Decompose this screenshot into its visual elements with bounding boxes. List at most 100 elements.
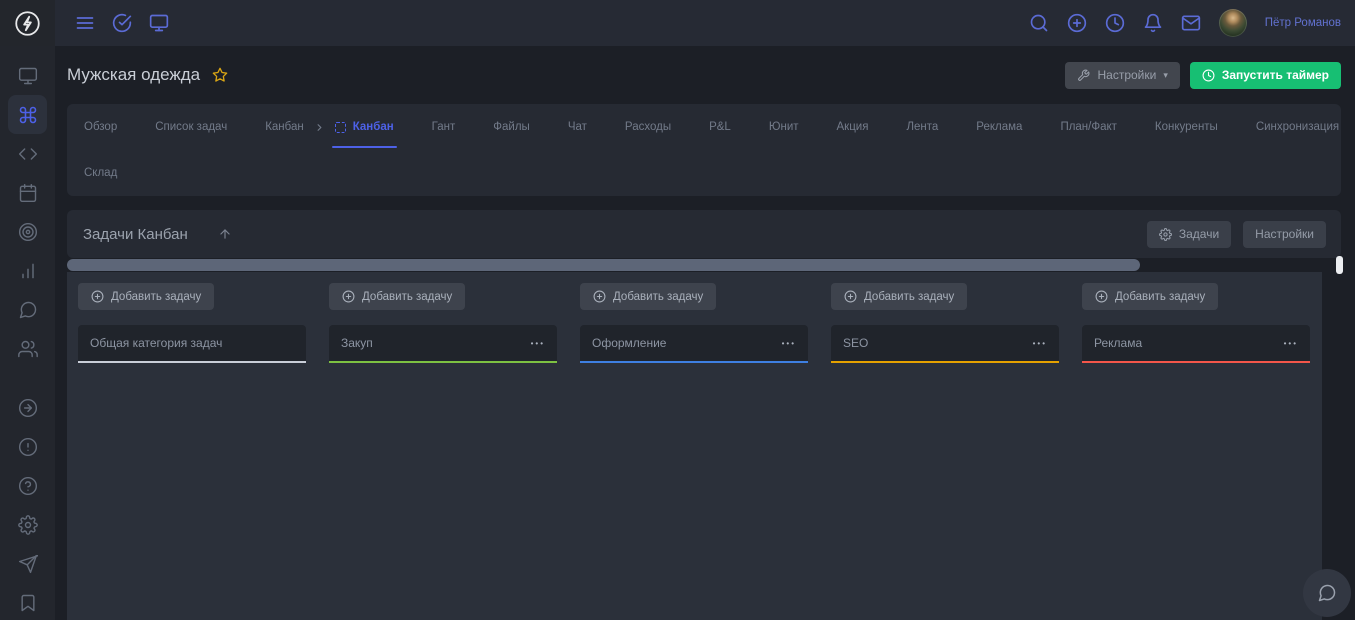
plus-circle-icon — [1095, 290, 1108, 303]
plus-circle-icon — [342, 290, 355, 303]
dashed-square-icon — [335, 122, 346, 133]
sidebar-item-users[interactable] — [8, 329, 47, 368]
page-title: Мужская одежда — [67, 65, 200, 85]
favorite-star-icon[interactable] — [212, 67, 228, 83]
tab-overview[interactable]: Обзор — [84, 121, 117, 133]
tab-chat[interactable]: Чат — [568, 121, 587, 133]
tab-plan-fact[interactable]: План/Факт — [1060, 121, 1116, 133]
navbar-right-icons: Пётр Романов — [1029, 9, 1355, 37]
tab-promo[interactable]: Акция — [837, 121, 869, 133]
lightning-circle-icon — [14, 10, 41, 37]
search-icon[interactable] — [1029, 13, 1049, 33]
command-icon — [18, 105, 38, 125]
column-header[interactable]: SEO ••• — [831, 325, 1059, 363]
tab-task-list[interactable]: Список задач — [155, 121, 227, 133]
tab-kanban-active[interactable]: Канбан — [335, 121, 394, 133]
sidebar-item-settings[interactable] — [8, 505, 47, 544]
arrow-right-circle-icon — [18, 398, 38, 418]
tasks-button-label: Задачи — [1179, 227, 1219, 241]
code-icon — [18, 144, 38, 164]
sidebar-item-code[interactable] — [8, 134, 47, 173]
column-title: Закуп — [341, 336, 373, 350]
menu-icon[interactable] — [75, 13, 95, 33]
sidebar-item-calendar[interactable] — [8, 173, 47, 212]
bookmark-icon — [18, 593, 38, 613]
chevron-right-icon — [314, 122, 325, 133]
mail-icon[interactable] — [1181, 13, 1201, 33]
add-task-button[interactable]: Добавить задачу — [78, 283, 214, 310]
horizontal-scrollbar — [67, 258, 1322, 272]
sidebar-item-chat[interactable] — [8, 290, 47, 329]
tab-competitors[interactable]: Конкуренты — [1155, 121, 1218, 133]
support-chat-button[interactable] — [1303, 569, 1351, 617]
add-task-button[interactable]: Добавить задачу — [580, 283, 716, 310]
tab-warehouse[interactable]: Склад — [84, 167, 117, 179]
plus-circle-icon — [91, 290, 104, 303]
project-settings-button[interactable]: Настройки ▾ — [1065, 62, 1179, 89]
monitor-icon[interactable] — [149, 13, 169, 33]
monitor-icon — [18, 66, 38, 86]
clock-icon — [1202, 69, 1215, 82]
plus-circle-icon[interactable] — [1067, 13, 1087, 33]
bell-icon[interactable] — [1143, 13, 1163, 33]
section-title: Задачи Канбан — [83, 226, 188, 243]
user-avatar[interactable] — [1219, 9, 1247, 37]
tab-feed[interactable]: Лента — [906, 121, 938, 133]
column-header[interactable]: Общая категория задач — [78, 325, 306, 363]
sidebar-item-arrow-right[interactable] — [8, 388, 47, 427]
chat-bubble-icon — [18, 300, 38, 320]
tab-expenses[interactable]: Расходы — [625, 121, 671, 133]
column-title: Оформление — [592, 336, 666, 350]
column-menu-ellipsis-icon[interactable]: ••• — [1033, 339, 1047, 348]
calendar-icon — [18, 183, 38, 203]
add-task-button[interactable]: Добавить задачу — [1082, 283, 1218, 310]
user-name[interactable]: Пётр Романов — [1265, 17, 1341, 29]
column-header[interactable]: Реклама ••• — [1082, 325, 1310, 363]
kanban-column-zakup: Добавить задачу Закуп ••• — [329, 283, 557, 620]
main-content: Мужская одежда Настройки ▾ Запустить тай… — [55, 46, 1355, 620]
tasks-button[interactable]: Задачи — [1147, 221, 1231, 248]
tab-kanban-label: Канбан — [353, 121, 394, 133]
chevron-down-icon: ▾ — [1163, 70, 1168, 81]
header-actions: Настройки ▾ Запустить таймер — [1065, 62, 1341, 89]
start-timer-button[interactable]: Запустить таймер — [1190, 62, 1341, 89]
tab-sync[interactable]: Синхронизация — [1256, 121, 1339, 133]
clock-icon[interactable] — [1105, 13, 1125, 33]
column-header[interactable]: Закуп ••• — [329, 325, 557, 363]
sidebar-item-send[interactable] — [8, 544, 47, 583]
vertical-scrollbar-thumb[interactable] — [1336, 256, 1343, 274]
check-circle-icon[interactable] — [112, 13, 132, 33]
add-task-button[interactable]: Добавить задачу — [831, 283, 967, 310]
sidebar-item-help[interactable] — [8, 466, 47, 505]
tabs-row-1: Обзор Список задач Канбан Канбан Гант Фа… — [84, 104, 1324, 150]
tab-ads[interactable]: Реклама — [976, 121, 1022, 133]
top-navbar: Пётр Романов — [0, 0, 1355, 46]
sidebar-item-bar-chart[interactable] — [8, 251, 47, 290]
plus-circle-icon — [844, 290, 857, 303]
sidebar-item-monitor[interactable] — [8, 56, 47, 95]
tabs-panel: Обзор Список задач Канбан Канбан Гант Фа… — [67, 104, 1341, 196]
arrow-up-icon[interactable] — [218, 227, 232, 241]
sidebar-item-command[interactable] — [8, 95, 47, 134]
breadcrumb-parent-kanban[interactable]: Канбан — [265, 121, 304, 133]
sidebar-item-alerts[interactable] — [8, 427, 47, 466]
target-icon — [18, 222, 38, 242]
kanban-board: Добавить задачу Общая категория задач До… — [67, 272, 1322, 620]
add-task-label: Добавить задачу — [613, 291, 703, 303]
help-circle-icon — [18, 476, 38, 496]
sidebar-item-bookmark[interactable] — [8, 583, 47, 620]
kanban-settings-button[interactable]: Настройки — [1243, 221, 1326, 248]
add-task-label: Добавить задачу — [111, 291, 201, 303]
column-menu-ellipsis-icon[interactable]: ••• — [1284, 339, 1298, 348]
column-menu-ellipsis-icon[interactable]: ••• — [531, 339, 545, 348]
sidebar-item-target[interactable] — [8, 212, 47, 251]
app-logo[interactable] — [0, 0, 55, 46]
tab-gantt[interactable]: Гант — [432, 121, 456, 133]
tab-files[interactable]: Файлы — [493, 121, 530, 133]
column-menu-ellipsis-icon[interactable]: ••• — [782, 339, 796, 348]
add-task-button[interactable]: Добавить задачу — [329, 283, 465, 310]
horizontal-scrollbar-thumb[interactable] — [67, 259, 1140, 271]
tab-unit[interactable]: Юнит — [769, 121, 799, 133]
tab-pnl[interactable]: P&L — [709, 121, 731, 133]
column-header[interactable]: Оформление ••• — [580, 325, 808, 363]
